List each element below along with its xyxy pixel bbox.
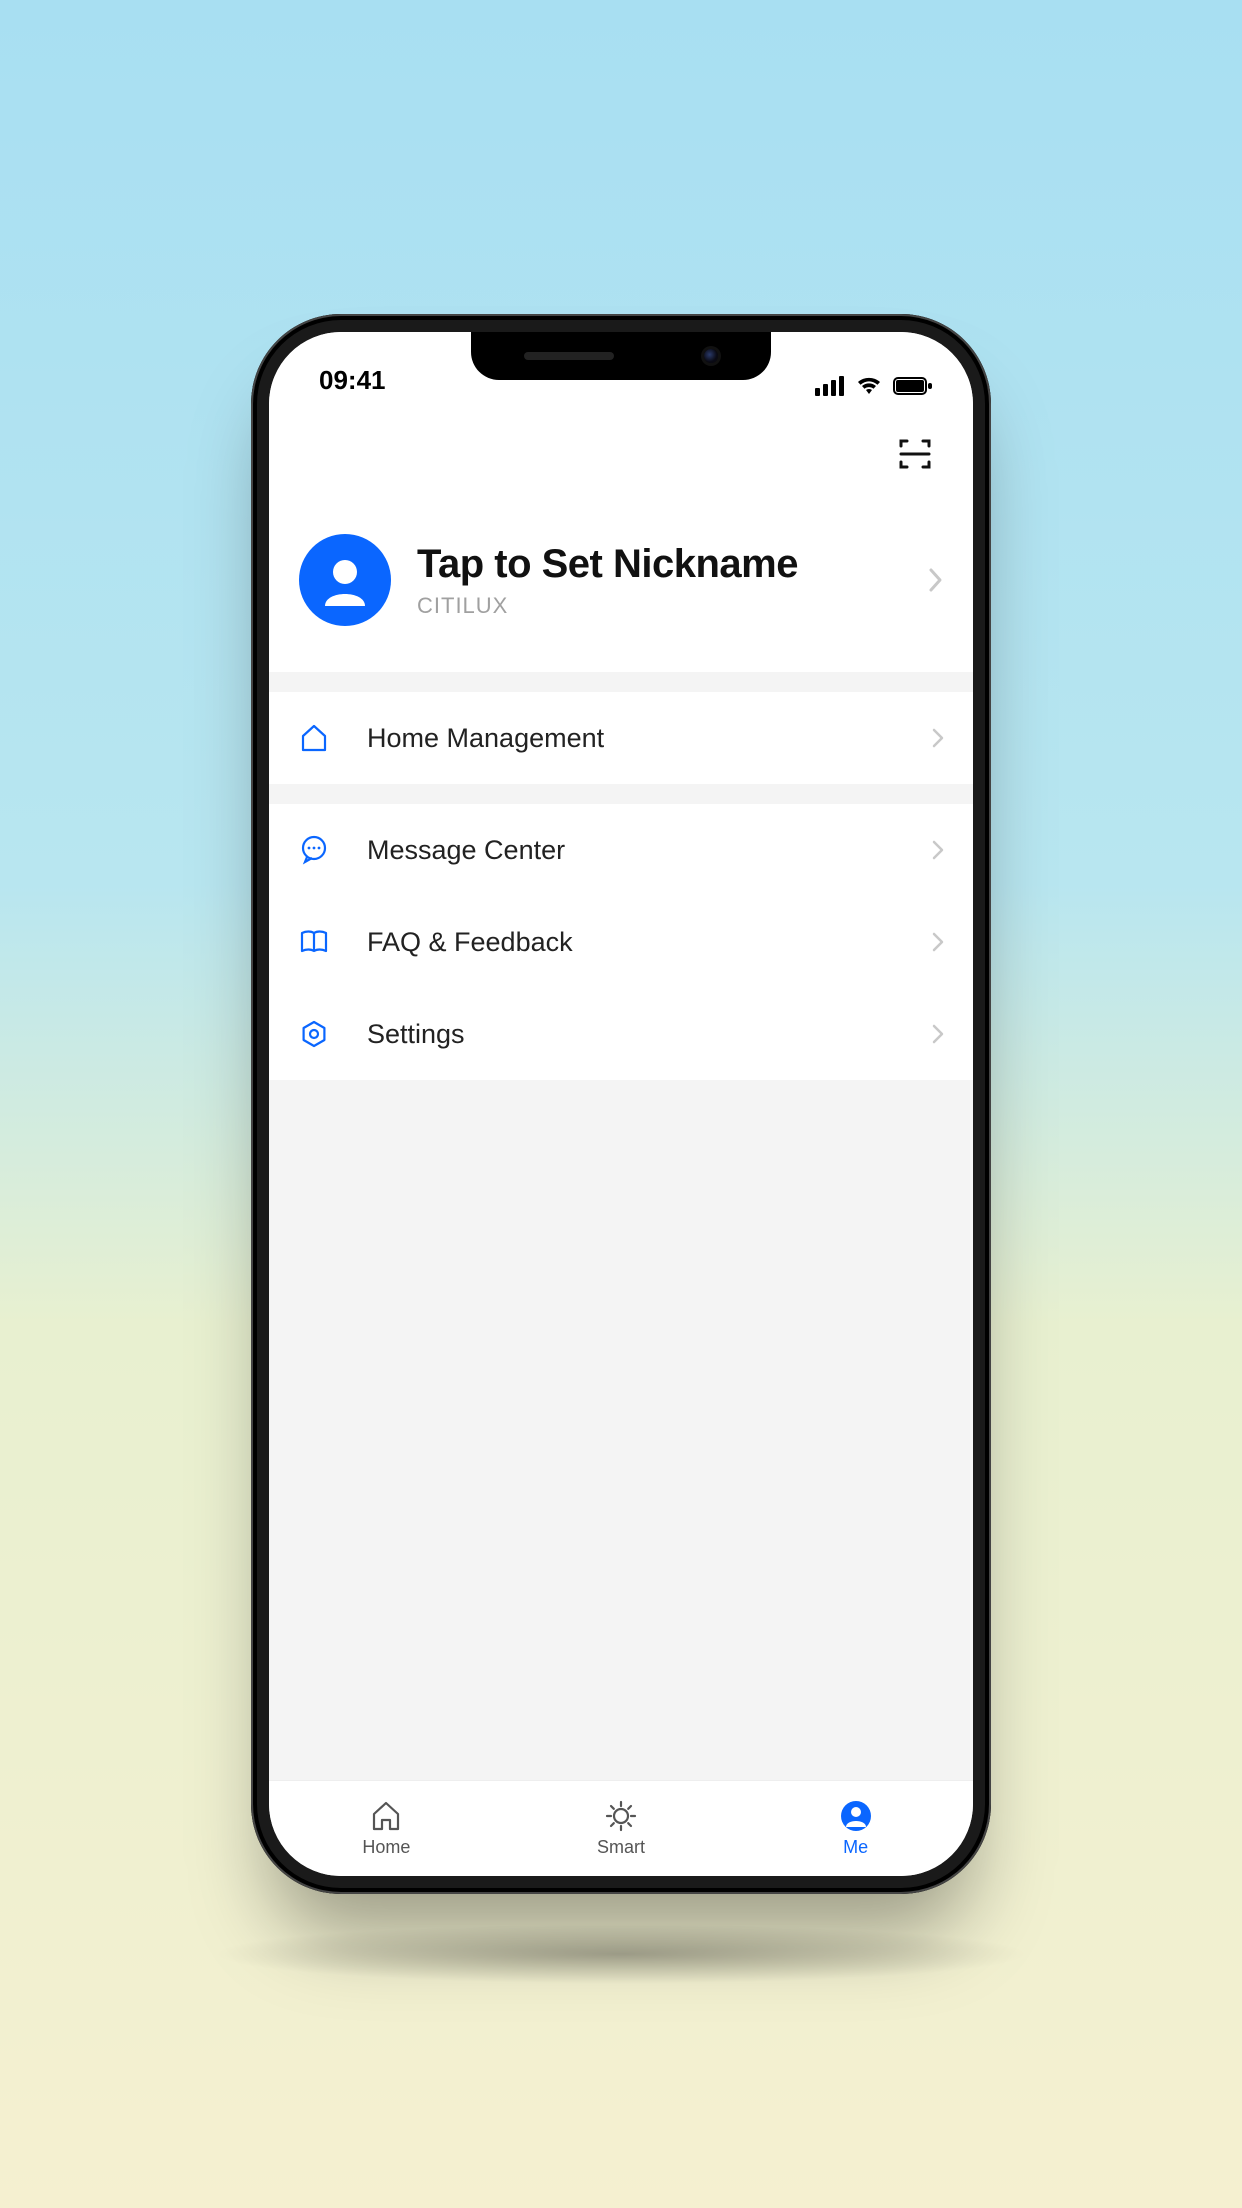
book-icon — [297, 927, 331, 957]
front-camera — [704, 349, 718, 363]
battery-icon — [893, 376, 933, 396]
home-icon — [297, 723, 331, 753]
empty-space — [269, 1080, 973, 1780]
menu-item-message-center[interactable]: Message Center — [269, 804, 973, 896]
tab-label: Smart — [597, 1837, 645, 1858]
tab-label: Home — [362, 1837, 410, 1858]
tab-bar: Home Smart — [269, 1780, 973, 1876]
account-name: CITILUX — [417, 593, 901, 619]
screen: 09:41 — [269, 332, 973, 1876]
phone-frame: 09:41 — [251, 314, 991, 1894]
top-bar — [269, 404, 973, 504]
tab-smart[interactable]: Smart — [504, 1781, 739, 1876]
chevron-right-icon — [931, 931, 945, 953]
cellular-icon — [815, 376, 845, 396]
menu-label: Settings — [367, 1019, 895, 1050]
smart-tab-icon — [604, 1799, 638, 1833]
chevron-right-icon — [927, 567, 943, 593]
speaker-grille — [524, 352, 614, 360]
nickname-label: Tap to Set Nickname — [417, 542, 901, 587]
menu-item-faq-feedback[interactable]: FAQ & Feedback — [269, 896, 973, 988]
scan-icon[interactable] — [897, 436, 933, 472]
message-icon — [297, 835, 331, 865]
tab-label: Me — [843, 1837, 868, 1858]
chevron-right-icon — [931, 839, 945, 861]
person-icon — [317, 552, 373, 608]
chevron-right-icon — [931, 727, 945, 749]
settings-icon — [297, 1019, 331, 1049]
me-tab-icon — [839, 1799, 873, 1833]
menu-item-home-management[interactable]: Home Management — [269, 692, 973, 784]
tab-me[interactable]: Me — [738, 1781, 973, 1876]
notch — [471, 332, 771, 380]
menu-label: FAQ & Feedback — [367, 927, 895, 958]
profile-row[interactable]: Tap to Set Nickname CITILUX — [269, 504, 973, 672]
menu-item-settings[interactable]: Settings — [269, 988, 973, 1080]
status-time: 09:41 — [319, 365, 386, 396]
menu-label: Home Management — [367, 723, 895, 754]
tab-home[interactable]: Home — [269, 1781, 504, 1876]
menu-label: Message Center — [367, 835, 895, 866]
wifi-icon — [855, 376, 883, 396]
avatar — [299, 534, 391, 626]
home-tab-icon — [369, 1799, 403, 1833]
chevron-right-icon — [931, 1023, 945, 1045]
